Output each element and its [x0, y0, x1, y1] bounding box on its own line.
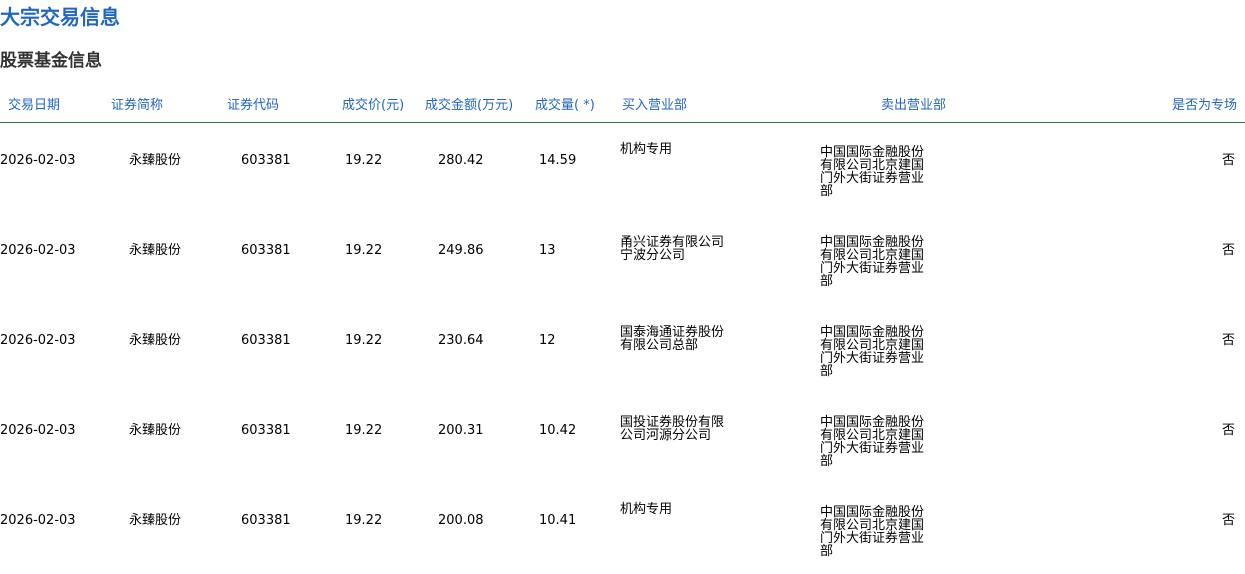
- column-header-special[interactable]: 是否为专场: [1172, 98, 1237, 114]
- column-header-buyer[interactable]: 买入营业部: [622, 98, 687, 114]
- column-header-amount[interactable]: 成交金额(万元): [425, 98, 513, 114]
- column-header-price[interactable]: 成交价(元): [342, 98, 404, 114]
- cell-special: 否: [1221, 153, 1235, 168]
- cell-security-code[interactable]: 603381: [241, 243, 291, 259]
- table-row: 2026-02-03 永臻股份 603381 19.22 200.08 10.4…: [0, 483, 1245, 573]
- cell-date: 2026-02-03: [0, 153, 76, 168]
- column-header-code[interactable]: 证券代码: [227, 98, 279, 114]
- cell-volume: 14.59: [539, 153, 577, 168]
- cell-seller: 中国国际金融股份有限公司北京建国门外大街证券营业部: [820, 505, 925, 559]
- cell-security-code[interactable]: 603381: [241, 423, 291, 439]
- section-title: 股票基金信息: [0, 51, 102, 71]
- cell-special: 否: [1221, 243, 1235, 258]
- cell-volume: 13: [539, 243, 556, 258]
- cell-amount: 200.08: [438, 513, 484, 528]
- cell-security-code[interactable]: 603381: [241, 333, 291, 349]
- cell-security-name[interactable]: 永臻股份: [129, 513, 181, 529]
- cell-special: 否: [1221, 423, 1235, 438]
- cell-price: 19.22: [345, 423, 383, 438]
- cell-special: 否: [1221, 513, 1235, 528]
- cell-seller: 中国国际金融股份有限公司北京建国门外大街证券营业部: [820, 415, 925, 469]
- cell-date: 2026-02-03: [0, 333, 76, 348]
- cell-price: 19.22: [345, 153, 383, 168]
- cell-seller: 中国国际金融股份有限公司北京建国门外大街证券营业部: [820, 145, 925, 199]
- cell-security-name[interactable]: 永臻股份: [129, 333, 181, 349]
- cell-amount: 280.42: [438, 153, 484, 168]
- table-row: 2026-02-03 永臻股份 603381 19.22 230.64 12 国…: [0, 303, 1245, 393]
- cell-special: 否: [1221, 333, 1235, 348]
- column-header-seller[interactable]: 卖出营业部: [881, 98, 946, 114]
- cell-buyer: 甬兴证券有限公司宁波分公司: [620, 235, 725, 263]
- cell-date: 2026-02-03: [0, 243, 76, 258]
- cell-buyer: 机构专用: [620, 502, 673, 517]
- cell-price: 19.22: [345, 333, 383, 348]
- cell-amount: 249.86: [438, 243, 484, 258]
- table-body: 2026-02-03 永臻股份 603381 19.22 280.42 14.5…: [0, 123, 1245, 573]
- table-header-row: 交易日期 证券简称 证券代码 成交价(元) 成交金额(万元) 成交量( *) 买…: [0, 92, 1245, 123]
- page-title: 大宗交易信息: [0, 5, 120, 29]
- cell-amount: 230.64: [438, 333, 484, 348]
- cell-buyer: 国泰海通证券股份有限公司总部: [620, 325, 725, 353]
- cell-security-name[interactable]: 永臻股份: [129, 423, 181, 439]
- cell-seller: 中国国际金融股份有限公司北京建国门外大街证券营业部: [820, 325, 925, 379]
- cell-date: 2026-02-03: [0, 423, 76, 438]
- cell-security-name[interactable]: 永臻股份: [129, 153, 181, 169]
- cell-buyer: 机构专用: [620, 142, 673, 157]
- column-header-name[interactable]: 证券简称: [111, 98, 163, 114]
- table-row: 2026-02-03 永臻股份 603381 19.22 280.42 14.5…: [0, 123, 1245, 213]
- cell-amount: 200.31: [438, 423, 484, 438]
- cell-security-name[interactable]: 永臻股份: [129, 243, 181, 259]
- cell-security-code[interactable]: 603381: [241, 153, 291, 169]
- table-row: 2026-02-03 永臻股份 603381 19.22 200.31 10.4…: [0, 393, 1245, 483]
- cell-volume: 10.41: [539, 513, 577, 528]
- cell-price: 19.22: [345, 243, 383, 258]
- block-trade-table: 交易日期 证券简称 证券代码 成交价(元) 成交金额(万元) 成交量( *) 买…: [0, 92, 1245, 573]
- column-header-volume[interactable]: 成交量( *): [535, 98, 595, 114]
- table-row: 2026-02-03 永臻股份 603381 19.22 249.86 13 甬…: [0, 213, 1245, 303]
- cell-volume: 12: [539, 333, 556, 348]
- cell-date: 2026-02-03: [0, 513, 76, 528]
- column-header-date[interactable]: 交易日期: [8, 98, 60, 114]
- cell-volume: 10.42: [539, 423, 577, 438]
- cell-buyer: 国投证券股份有限公司河源分公司: [620, 415, 725, 443]
- cell-security-code[interactable]: 603381: [241, 513, 291, 529]
- cell-price: 19.22: [345, 513, 383, 528]
- cell-seller: 中国国际金融股份有限公司北京建国门外大街证券营业部: [820, 235, 925, 289]
